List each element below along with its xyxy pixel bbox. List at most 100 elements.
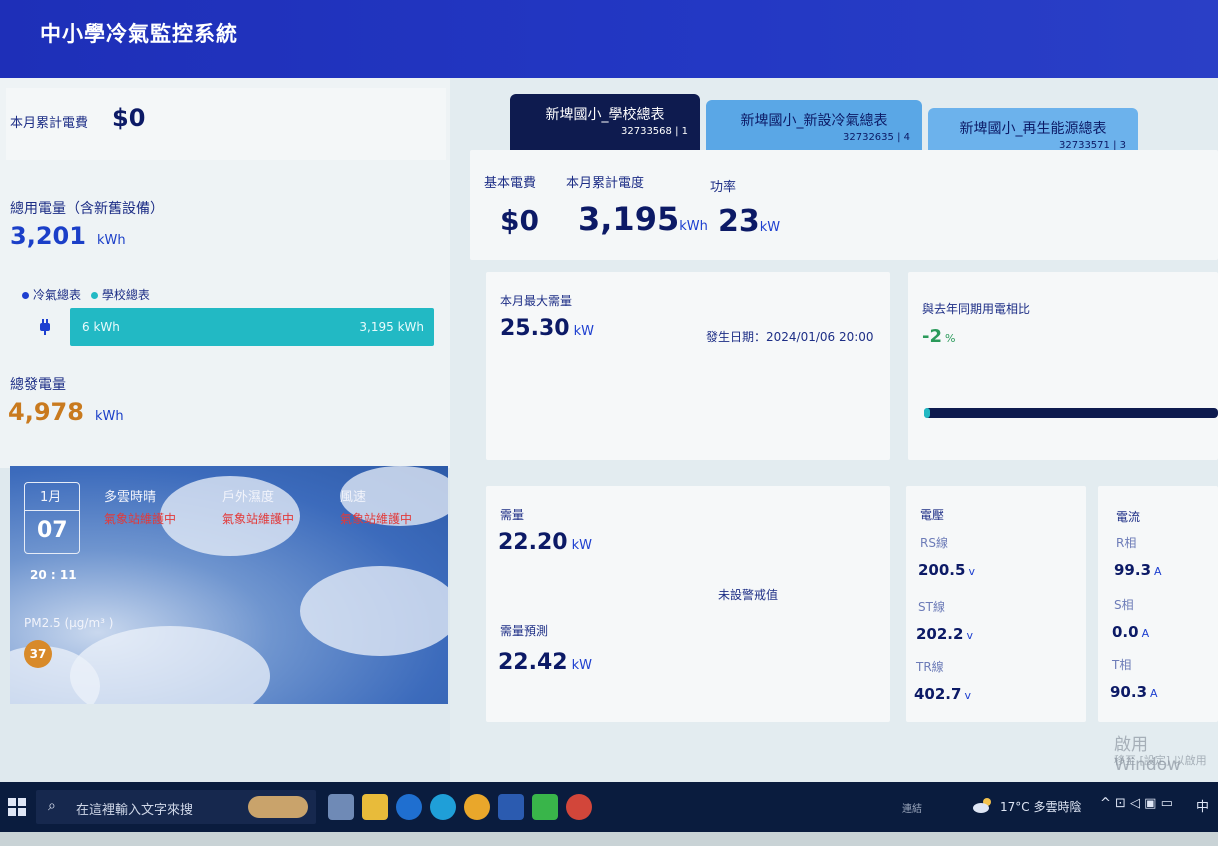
current-t-label: T相	[1112, 658, 1132, 672]
tab-new-ac-meter-code: 32732635 | 4	[843, 132, 910, 143]
condition-status: 氣象站維護中	[104, 512, 177, 526]
compare-value: -2	[922, 326, 942, 347]
activation-watermark-sub: 移至 [設定] 以啟用	[1114, 754, 1207, 767]
app-icon-1[interactable]	[328, 794, 354, 820]
weather-time: 20 : 11	[30, 568, 77, 582]
demand-card	[486, 486, 890, 722]
month-kwh-label: 本月累計電度	[566, 176, 645, 191]
plug-icon	[38, 318, 52, 336]
monthly-fee-label: 本月累計電費	[10, 116, 89, 131]
voltage-tr-readout: 402.7 v	[914, 684, 971, 703]
total-usage-readout: 3,201 kWh	[10, 222, 126, 250]
compare-readout: -2%	[922, 326, 955, 347]
legend-ac-label: 冷氣總表	[33, 288, 82, 302]
file-explorer-icon[interactable]	[362, 794, 388, 820]
voltage-title: 電壓	[920, 508, 945, 522]
current-s-value: 0.0	[1112, 623, 1139, 641]
pm25-label: PM2.5 (μg/m³ )	[24, 616, 114, 630]
usage-bar-right: 3,195 kWh	[359, 320, 424, 334]
pm25-value: 37	[24, 640, 52, 668]
current-r-unit: A	[1154, 565, 1162, 578]
ime-indicator[interactable]: 中	[1196, 796, 1209, 815]
voltage-rs-label: RS線	[920, 536, 948, 550]
generation-unit: kWh	[95, 409, 124, 424]
wind-label: 風速	[340, 490, 367, 505]
current-r-label: R相	[1116, 536, 1137, 550]
monthly-fee-value: $0	[112, 104, 146, 132]
max-demand-label: 本月最大需量	[500, 294, 573, 308]
line-icon[interactable]	[532, 794, 558, 820]
tray-icons[interactable]: ^ ⊡ ◁ ▣ ▭	[1100, 796, 1173, 811]
total-usage-value: 3,201	[10, 222, 86, 250]
base-fee-value: $0	[500, 204, 539, 237]
date-divider	[24, 510, 80, 511]
current-t-value: 90.3	[1110, 683, 1148, 701]
month-kwh-value: 3,195	[578, 200, 680, 238]
tab-renewable-meter-name: 新埤國小_再生能源總表	[959, 121, 1107, 137]
weather-panel: 1月 07 20 : 11 多雲時晴 氣象站維護中 戶外濕度 氣象站維護中 風速…	[10, 466, 448, 704]
taskbar: ⌕ 在這裡輸入文字來搜 連結 17°C 多雲時陰 ^ ⊡ ◁ ▣ ▭ 中	[0, 782, 1218, 832]
ie-icon[interactable]	[396, 794, 422, 820]
forecast-value: 22.42	[498, 650, 568, 675]
month-kwh-unit: kWh	[679, 219, 708, 234]
max-demand-unit: kW	[573, 324, 594, 339]
weather-month: 1月	[40, 490, 62, 505]
windows-start-icon[interactable]	[8, 798, 26, 816]
usage-legend: 冷氣總表 學校總表	[22, 286, 150, 303]
current-s-label: S相	[1114, 598, 1134, 612]
current-s-unit: A	[1141, 627, 1150, 640]
chrome-icon[interactable]	[464, 794, 490, 820]
bottom-bezel	[0, 832, 1218, 846]
taskbar-search-box[interactable]: ⌕ 在這裡輸入文字來搜	[36, 790, 316, 824]
tab-new-ac-meter-name: 新埤國小_新設冷氣總表	[740, 113, 888, 129]
demand-readout: 22.20 kW	[498, 530, 592, 555]
power-readout: 23kW	[718, 204, 780, 239]
month-kwh-readout: 3,195kWh	[578, 200, 708, 238]
wind-status: 氣象站維護中	[340, 512, 413, 526]
generation-readout: 4,978 kWh	[8, 398, 124, 426]
app-header: 中小學冷氣監控系統	[0, 0, 1218, 78]
legend-school-label: 學校總表	[101, 288, 150, 302]
legend-dot-ac	[22, 292, 29, 299]
max-demand-readout: 25.30 kW	[500, 316, 594, 341]
usage-bar: 6 kWh 3,195 kWh	[70, 308, 434, 346]
generation-value: 4,978	[8, 398, 84, 426]
tab-school-meter[interactable]: 新埤國小_學校總表 32733568 | 1	[510, 94, 700, 154]
voltage-st-readout: 202.2 v	[916, 624, 973, 643]
demand-value: 22.20	[498, 530, 568, 555]
voltage-rs-readout: 200.5 v	[918, 560, 975, 579]
chrome-alt-icon[interactable]	[566, 794, 592, 820]
search-icon: ⌕	[48, 798, 56, 814]
tab-school-meter-name: 新埤國小_學校總表	[545, 107, 665, 123]
taskbar-search-placeholder: 在這裡輸入文字來搜	[76, 803, 194, 818]
forecast-readout: 22.42 kW	[498, 650, 592, 675]
forecast-label: 需量預測	[500, 624, 549, 638]
taskbar-weather-text[interactable]: 17°C 多雲時陰	[1000, 798, 1081, 815]
voltage-tr-label: TR線	[916, 660, 944, 674]
edge-icon[interactable]	[430, 794, 456, 820]
app-title: 中小學冷氣監控系統	[40, 22, 238, 46]
word-icon[interactable]	[498, 794, 524, 820]
voltage-st-value: 202.2	[916, 625, 964, 643]
voltage-rs-value: 200.5	[918, 561, 966, 579]
current-t-unit: A	[1150, 687, 1158, 700]
tray-link-text: 連結	[902, 804, 922, 815]
search-highlight-icon	[248, 796, 308, 818]
legend-dot-school	[90, 292, 98, 299]
usage-bar-left: 6 kWh	[82, 320, 120, 334]
voltage-tr-value: 402.7	[914, 685, 962, 703]
forecast-unit: kW	[571, 658, 592, 673]
compare-progress-fill	[924, 408, 930, 418]
demand-label: 需量	[500, 508, 525, 522]
current-title: 電流	[1116, 510, 1141, 524]
weather-cloud-icon	[972, 796, 994, 814]
max-demand-value: 25.30	[500, 316, 570, 341]
current-r-readout: 99.3 A	[1114, 560, 1162, 579]
voltage-tr-unit: v	[964, 689, 971, 702]
weather-day: 07	[37, 518, 68, 543]
voltage-st-unit: v	[966, 629, 973, 642]
demand-unit: kW	[571, 538, 592, 553]
power-value: 23	[718, 204, 760, 239]
compare-unit: %	[945, 332, 956, 345]
power-label: 功率	[710, 180, 737, 195]
